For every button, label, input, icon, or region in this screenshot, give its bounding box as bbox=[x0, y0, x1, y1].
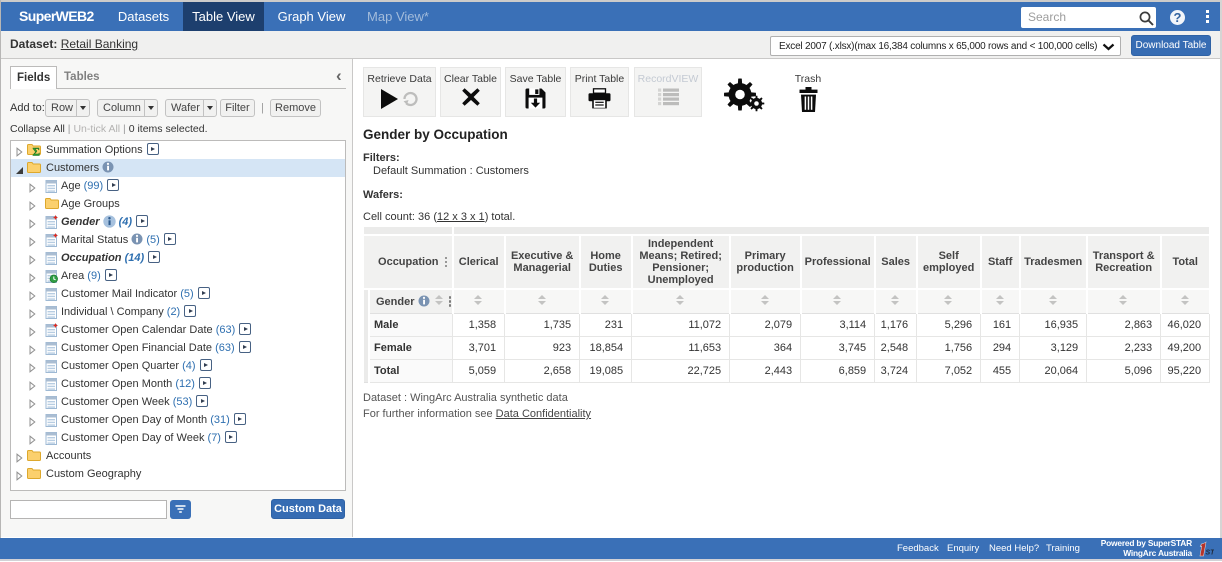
svg-text:ST: ST bbox=[1206, 550, 1215, 557]
svg-text:Σ: Σ bbox=[33, 147, 41, 157]
